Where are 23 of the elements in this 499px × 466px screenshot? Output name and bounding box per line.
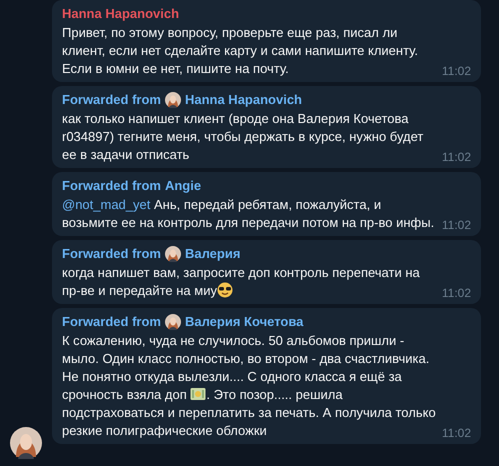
message-text: когда напишет вам, запросите доп контроль перепечати на пр-ве и передайте на миу	[62, 264, 421, 300]
message-text: как только напишет клиент (вроде она Валерия Кочетова r034897) тегните меня, чтобы держать в курсе, нужно будет ее в задачи отписать	[62, 110, 424, 164]
message-text: Привет, по этому вопросу, проверьте еще раз, писал ли клиент, если нет сделайте карту и сами напишите клиенту. Если в юмни ее нет, пишите на почту.	[62, 24, 419, 78]
sender-name[interactable]: Валерия	[184, 245, 240, 263]
message-time: 11:02	[442, 150, 471, 164]
sender-name[interactable]: Angie	[164, 177, 202, 195]
user-avatar	[10, 427, 42, 459]
message-text: @not_mad_yet Ань, передай ребятам, пожалуйста, и возьмите ее на контроль для передачи потом на пр-во инфы.	[62, 196, 436, 232]
message-time: 11:02	[442, 64, 471, 78]
forwarded-label: Forwarded from	[62, 177, 161, 195]
money-emoji-icon	[190, 387, 206, 401]
sunglasses-emoji-icon	[216, 282, 233, 298]
sender-name[interactable]: Hanna Hapanovich	[62, 5, 180, 23]
sender-name[interactable]: Валерия Кочетова	[184, 313, 304, 331]
message-time: 11:02	[442, 218, 471, 232]
forwarded-label: Forwarded from	[62, 313, 161, 331]
message-text: К сожалению, чуда не случилось. 50 альбомов пришли - мыло. Один класс полностью, во втором - два счастливчика. Не понятно откуда вылезли.... С одного класса я ещё за срочность взяла доп . Это позор..... решила подстраховаться и переплатить за печать. А получила только резкие полиграфические обложки	[62, 332, 436, 440]
message-time: 11:02	[442, 286, 471, 300]
forwarded-label: Forwarded from	[62, 245, 161, 263]
sender-name[interactable]: Hanna Hapanovich	[184, 91, 302, 109]
forwarded-label: Forwarded from	[62, 91, 161, 109]
message-time: 11:02	[442, 426, 471, 440]
mention-link[interactable]: @not_mad_yet	[62, 197, 150, 212]
